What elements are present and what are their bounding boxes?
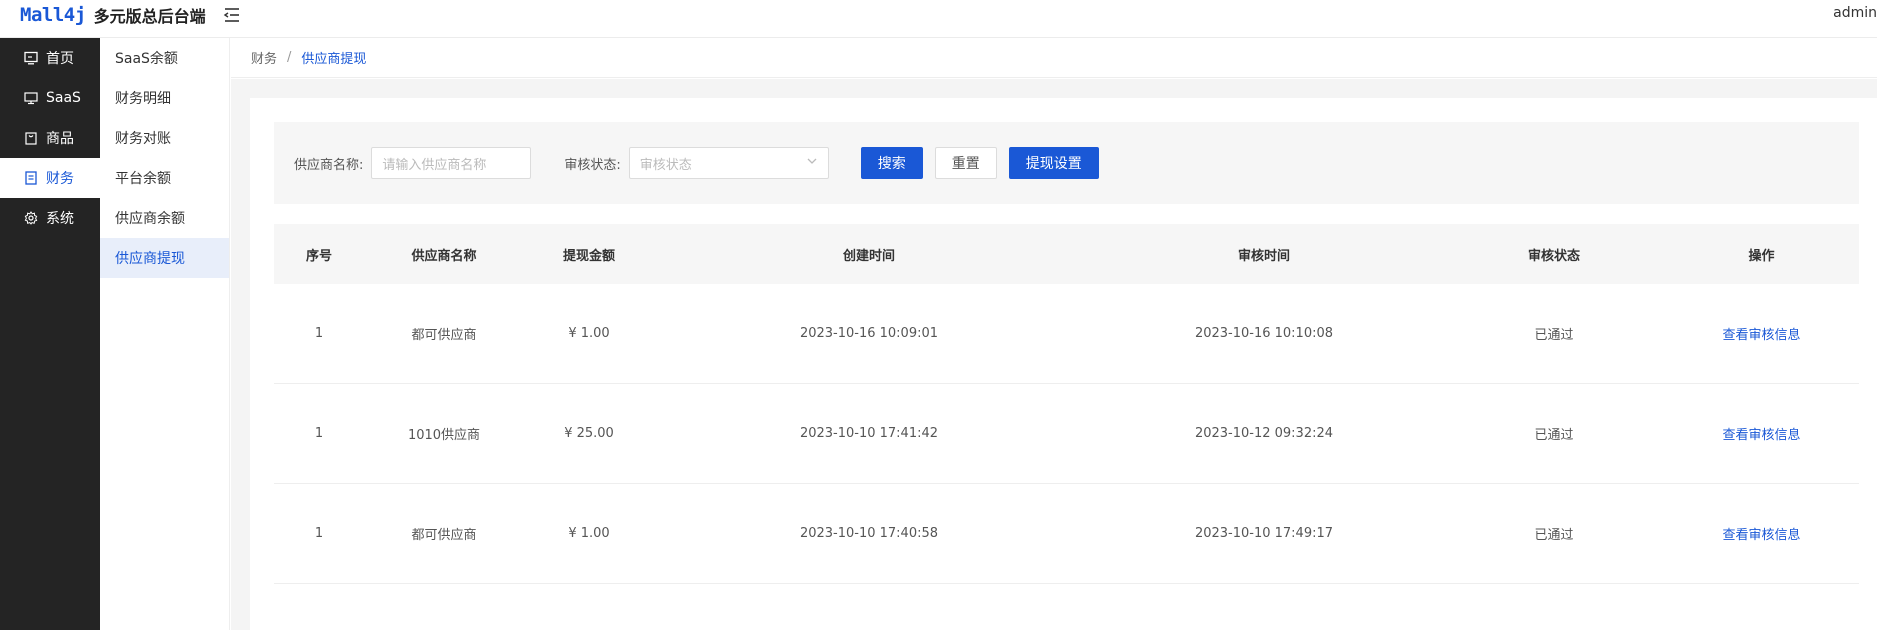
menu-collapse-icon[interactable] — [222, 5, 242, 25]
main-sidebar: 首页 SaaS 商品 财务 系统 — [0, 38, 100, 630]
cell-status: 已通过 — [1534, 428, 1574, 443]
cell-status: 已通过 — [1534, 328, 1574, 343]
search-button[interactable]: 搜索 — [860, 147, 923, 179]
breadcrumb-parent[interactable]: 财务 — [251, 48, 277, 67]
cell-created: 2023-10-16 10:09:01 — [799, 326, 939, 341]
cell-created: 2023-10-10 17:40:58 — [799, 526, 939, 541]
sidebar-item-finance[interactable]: 财务 — [0, 158, 100, 198]
submenu-item-platform-balance[interactable]: 平台余额 — [100, 158, 229, 198]
cell-amount: ¥ 1.00 — [568, 326, 610, 341]
system-title: 多元版总后台端 — [93, 7, 206, 26]
table-row: 1 1010供应商 ¥ 25.00 2023-10-10 17:41:42 20… — [274, 384, 1859, 484]
sidebar-item-saas[interactable]: SaaS — [0, 78, 100, 118]
reset-button[interactable]: 重置 — [934, 147, 997, 179]
submenu-item-reconciliation[interactable]: 财务对账 — [100, 118, 229, 158]
cell-index: 1 — [314, 526, 324, 541]
brand[interactable]: Mall4j 多元版总后台端 — [20, 3, 206, 27]
finance-submenu: SaaS余额 财务明细 财务对账 平台余额 供应商余额 供应商提现 — [100, 38, 230, 630]
cell-supplier: 都可供应商 — [411, 328, 477, 343]
cell-reviewed: 2023-10-10 17:49:17 — [1194, 526, 1334, 541]
supplier-name-input[interactable]: 请输入供应商名称 — [371, 147, 532, 179]
user-menu[interactable]: admin — [1833, 5, 1877, 21]
sidebar-item-system[interactable]: 系统 — [0, 198, 100, 238]
top-header: Mall4j 多元版总后台端 admin — [0, 0, 1877, 38]
column-header: 审核时间 — [1237, 248, 1290, 264]
submenu-item-supplier-withdraw[interactable]: 供应商提现 — [100, 238, 229, 278]
supplier-name-label: 供应商名称: — [294, 157, 364, 173]
cell-supplier: 1010供应商 — [407, 428, 481, 443]
cell-index: 1 — [314, 426, 324, 441]
column-header: 提现金额 — [562, 248, 615, 264]
sidebar-item-label: 首页 — [46, 51, 74, 67]
sidebar-item-goods[interactable]: 商品 — [0, 118, 100, 158]
cell-reviewed: 2023-10-12 09:32:24 — [1194, 426, 1334, 441]
column-header: 操作 — [1748, 248, 1775, 264]
cell-supplier: 都可供应商 — [411, 528, 477, 543]
view-review-link[interactable]: 查看审核信息 — [1722, 528, 1800, 543]
sidebar-item-label: 系统 — [46, 211, 74, 227]
column-header: 供应商名称 — [411, 248, 477, 264]
sidebar-item-label: 财务 — [46, 171, 74, 187]
cell-action: 查看审核信息 — [1664, 424, 1859, 443]
breadcrumb: 财务 / 供应商提现 — [231, 38, 1877, 78]
column-header: 序号 — [305, 248, 332, 264]
chevron-down-icon — [806, 155, 818, 171]
column-header: 创建时间 — [842, 248, 895, 264]
submenu-item-finance-detail[interactable]: 财务明细 — [100, 78, 229, 118]
sidebar-item-home[interactable]: 首页 — [0, 38, 100, 78]
column-header: 审核状态 — [1527, 248, 1580, 264]
table-row: 1 都可供应商 ¥ 1.00 2023-10-16 10:09:01 2023-… — [274, 284, 1859, 384]
bag-icon — [22, 129, 40, 147]
status-select-placeholder: 审核状态 — [639, 157, 692, 173]
search-form: 供应商名称: 请输入供应商名称 审核状态: 审核状态 搜索 重置 提现设置 — [274, 122, 1859, 204]
cell-status: 已通过 — [1534, 528, 1574, 543]
withdraw-settings-button[interactable]: 提现设置 — [1008, 147, 1099, 179]
submenu-item-supplier-balance[interactable]: 供应商余额 — [100, 198, 229, 238]
logo: Mall4j — [20, 4, 86, 26]
cell-created: 2023-10-10 17:41:42 — [799, 426, 939, 441]
cell-amount: ¥ 25.00 — [564, 426, 614, 441]
cell-amount: ¥ 1.00 — [568, 526, 610, 541]
monitor-icon — [22, 49, 40, 67]
status-select[interactable]: 审核状态 — [628, 147, 829, 179]
breadcrumb-current: 供应商提现 — [301, 52, 367, 67]
submenu-item-saas-balance[interactable]: SaaS余额 — [100, 38, 229, 78]
sidebar-item-label: 商品 — [46, 131, 74, 147]
sidebar-item-label: SaaS — [46, 90, 81, 106]
view-review-link[interactable]: 查看审核信息 — [1722, 328, 1800, 343]
gear-icon — [22, 209, 40, 227]
view-review-link[interactable]: 查看审核信息 — [1722, 428, 1800, 443]
table-row: 1 都可供应商 ¥ 1.00 2023-10-10 17:40:58 2023-… — [274, 484, 1859, 584]
cell-action: 查看审核信息 — [1664, 324, 1859, 343]
status-label: 审核状态: — [564, 157, 621, 173]
cell-reviewed: 2023-10-16 10:10:08 — [1194, 326, 1334, 341]
withdraw-table: 序号 供应商名称 提现金额 创建时间 审核时间 审核状态 操作 1 都可供应商 … — [274, 224, 1859, 584]
document-icon — [22, 169, 40, 187]
screen-icon — [22, 89, 40, 107]
cell-action: 查看审核信息 — [1664, 524, 1859, 543]
table-header: 序号 供应商名称 提现金额 创建时间 审核时间 审核状态 操作 — [274, 224, 1859, 284]
cell-index: 1 — [314, 326, 324, 341]
breadcrumb-separator: / — [287, 50, 292, 65]
